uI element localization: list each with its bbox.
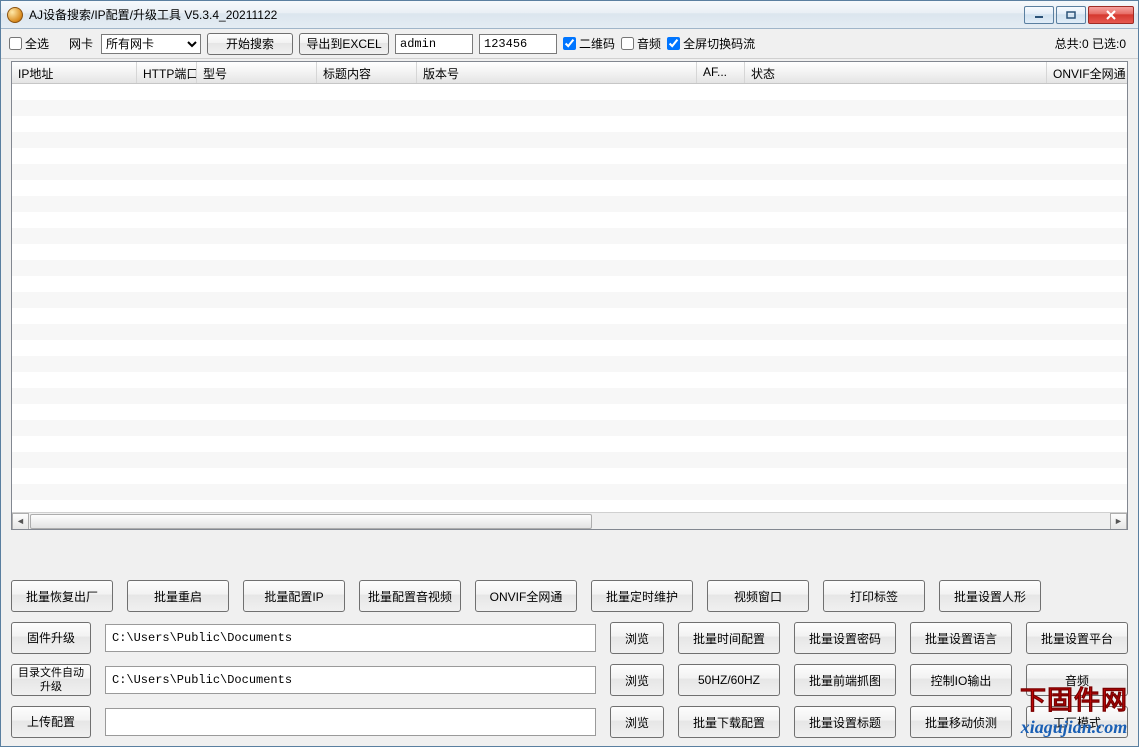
select-all-label: 全选 — [25, 35, 49, 52]
netcard-label: 网卡 — [69, 35, 93, 52]
batch-time-config-button[interactable]: 批量时间配置 — [678, 622, 780, 654]
batch-set-language-button[interactable]: 批量设置语言 — [910, 622, 1012, 654]
start-search-button[interactable]: 开始搜索 — [207, 33, 293, 55]
batch-reboot-button[interactable]: 批量重启 — [127, 580, 229, 612]
audio-button[interactable]: 音频 — [1026, 664, 1128, 696]
maximize-button[interactable] — [1056, 6, 1086, 24]
count-info: 总共:0 已选:0 — [1055, 35, 1130, 52]
horizontal-scrollbar[interactable]: ◄ ► — [12, 512, 1127, 529]
firmware-upgrade-button[interactable]: 固件升级 — [11, 622, 91, 654]
col-title[interactable]: 标题内容 — [317, 62, 417, 83]
bottom-panel: 批量恢复出厂 批量重启 批量配置IP 批量配置音视频 ONVIF全网通 批量定时… — [11, 580, 1128, 738]
dir-path-input[interactable] — [105, 666, 596, 694]
table-header: IP地址 HTTP端口 型号 标题内容 版本号 AF... 状态 ONVIF全网… — [12, 62, 1127, 84]
title-bar: AJ设备搜索/IP配置/升级工具 V5.3.4_20211122 — [1, 1, 1138, 29]
batch-front-capture-button[interactable]: 批量前端抓图 — [794, 664, 896, 696]
batch-set-title-button[interactable]: 批量设置标题 — [794, 706, 896, 738]
col-model[interactable]: 型号 — [197, 62, 317, 83]
fullscreen-stream-label: 全屏切换码流 — [683, 35, 755, 52]
qrcode-checkbox[interactable]: 二维码 — [563, 35, 615, 52]
col-af[interactable]: AF... — [697, 62, 745, 83]
firmware-path-input[interactable] — [105, 624, 596, 652]
col-status[interactable]: 状态 — [745, 62, 1047, 83]
batch-config-ip-button[interactable]: 批量配置IP — [243, 580, 345, 612]
table-body[interactable] — [12, 84, 1127, 512]
upload-browse-button[interactable]: 浏览 — [610, 706, 664, 738]
minimize-button[interactable] — [1024, 6, 1054, 24]
firmware-browse-button[interactable]: 浏览 — [610, 622, 664, 654]
batch-time-maint-button[interactable]: 批量定时维护 — [591, 580, 693, 612]
device-table: IP地址 HTTP端口 型号 标题内容 版本号 AF... 状态 ONVIF全网… — [11, 61, 1128, 530]
audio-checkbox[interactable]: 音频 — [621, 35, 661, 52]
batch-motion-detect-button[interactable]: 批量移动侦测 — [910, 706, 1012, 738]
print-label-button[interactable]: 打印标签 — [823, 580, 925, 612]
batch-factory-reset-button[interactable]: 批量恢复出厂 — [11, 580, 113, 612]
col-http-port[interactable]: HTTP端口 — [137, 62, 197, 83]
upload-path-input[interactable] — [105, 708, 596, 736]
window-title: AJ设备搜索/IP配置/升级工具 V5.3.4_20211122 — [29, 6, 1024, 23]
audio-label: 音频 — [637, 35, 661, 52]
netcard-select[interactable]: 所有网卡 — [101, 34, 201, 54]
batch-download-config-button[interactable]: 批量下载配置 — [678, 706, 780, 738]
hz-button[interactable]: 50HZ/60HZ — [678, 664, 780, 696]
scroll-right-button[interactable]: ► — [1110, 513, 1127, 530]
toolbar: 全选 网卡 所有网卡 开始搜索 导出到EXCEL 二维码 音频 全屏切换码流 总… — [1, 29, 1138, 59]
fullscreen-stream-checkbox[interactable]: 全屏切换码流 — [667, 35, 755, 52]
batch-set-password-button[interactable]: 批量设置密码 — [794, 622, 896, 654]
password-input[interactable] — [479, 34, 557, 54]
video-window-button[interactable]: 视频窗口 — [707, 580, 809, 612]
select-all-checkbox[interactable]: 全选 — [9, 35, 49, 52]
username-input[interactable] — [395, 34, 473, 54]
onvif-all-button[interactable]: ONVIF全网通 — [475, 580, 577, 612]
scroll-left-button[interactable]: ◄ — [12, 513, 29, 530]
scroll-thumb[interactable] — [30, 514, 592, 529]
batch-config-av-button[interactable]: 批量配置音视频 — [359, 580, 461, 612]
factory-mode-button[interactable]: 工厂模式 — [1026, 706, 1128, 738]
export-excel-button[interactable]: 导出到EXCEL — [299, 33, 389, 55]
qrcode-label: 二维码 — [579, 35, 615, 52]
col-onvif[interactable]: ONVIF全网通 — [1047, 62, 1127, 83]
batch-set-platform-button[interactable]: 批量设置平台 — [1026, 622, 1128, 654]
io-output-button[interactable]: 控制IO输出 — [910, 664, 1012, 696]
col-ip[interactable]: IP地址 — [12, 62, 137, 83]
col-version[interactable]: 版本号 — [417, 62, 697, 83]
app-icon — [7, 7, 23, 23]
upload-config-button[interactable]: 上传配置 — [11, 706, 91, 738]
dir-auto-upgrade-button[interactable]: 目录文件自动 升级 — [11, 664, 91, 696]
dir-browse-button[interactable]: 浏览 — [610, 664, 664, 696]
batch-set-human-button[interactable]: 批量设置人形 — [939, 580, 1041, 612]
close-button[interactable] — [1088, 6, 1134, 24]
